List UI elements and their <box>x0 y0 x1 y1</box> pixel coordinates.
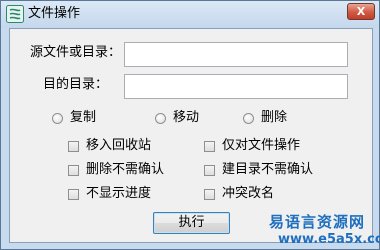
execute-button[interactable]: 执行 <box>153 212 230 234</box>
checkbox-icon <box>68 164 79 176</box>
window-title: 文件操作 <box>28 6 81 21</box>
check-no-progress-label: 不显示进度 <box>86 186 152 201</box>
check-no-delete-confirm[interactable]: 删除不需确认 <box>68 162 164 178</box>
source-input[interactable] <box>124 42 348 67</box>
radio-move[interactable]: 移动 <box>155 110 199 126</box>
dialog-body: 源文件或目录： 目的目录： 复制 移动 删除 移入回收站 仅对文件操作 删除不需… <box>9 28 373 243</box>
check-no-delete-confirm-label: 删除不需确认 <box>86 162 165 177</box>
radio-copy-label: 复制 <box>70 110 97 125</box>
dest-input[interactable] <box>124 74 348 99</box>
title-bar[interactable]: 文件操作 X <box>1 1 379 28</box>
close-button[interactable]: X <box>347 3 375 20</box>
source-label: 源文件或目录： <box>30 45 122 60</box>
check-rename-conflict-label: 冲突改名 <box>222 186 275 201</box>
close-icon: X <box>356 5 366 18</box>
checkbox-icon <box>204 164 215 176</box>
check-recycle[interactable]: 移入回收站 <box>68 138 151 154</box>
checkbox-icon <box>68 140 79 152</box>
radio-circle-icon <box>52 112 63 124</box>
dest-label: 目的目录： <box>43 77 109 92</box>
check-recycle-label: 移入回收站 <box>86 138 152 153</box>
check-no-mkdir-confirm-label: 建目录不需确认 <box>222 162 314 177</box>
check-files-only[interactable]: 仅对文件操作 <box>204 138 300 154</box>
radio-circle-icon <box>243 112 254 124</box>
radio-delete[interactable]: 删除 <box>243 110 287 126</box>
check-no-progress[interactable]: 不显示进度 <box>68 186 151 202</box>
radio-delete-label: 删除 <box>261 110 288 125</box>
checkbox-icon <box>204 140 215 152</box>
file-ops-icon <box>6 5 24 23</box>
check-no-mkdir-confirm[interactable]: 建目录不需确认 <box>204 162 313 178</box>
check-files-only-label: 仅对文件操作 <box>222 138 301 153</box>
checkbox-icon <box>68 188 79 200</box>
check-rename-conflict[interactable]: 冲突改名 <box>204 186 274 202</box>
watermark-url: www.e5a5x.com <box>278 232 380 247</box>
radio-move-label: 移动 <box>173 110 200 125</box>
radio-copy[interactable]: 复制 <box>52 110 96 126</box>
radio-circle-icon <box>155 112 166 124</box>
dialog-window: 文件操作 X 源文件或目录： 目的目录： 复制 移动 删除 移入回收站 仅对文件… <box>0 0 380 250</box>
checkbox-icon <box>204 188 215 200</box>
watermark-title: 易语言资源网 <box>269 213 366 231</box>
